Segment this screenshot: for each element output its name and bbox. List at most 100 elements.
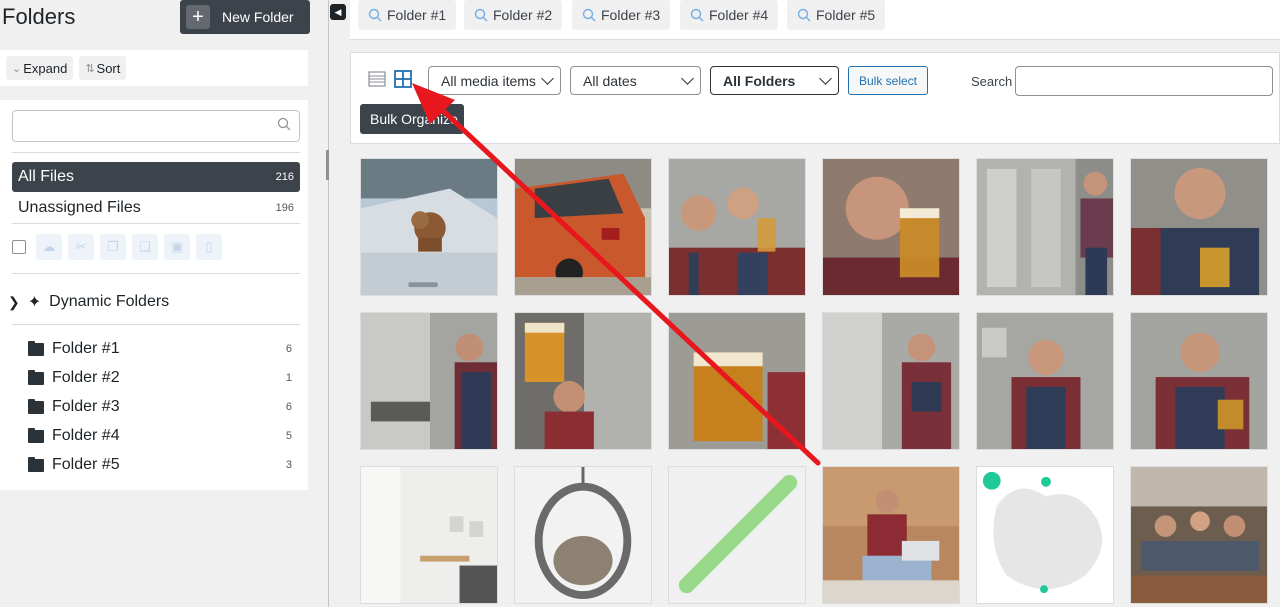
brewer-holding-glass-image (1131, 159, 1267, 295)
media-thumbnail[interactable] (360, 466, 498, 604)
plus-icon: + (186, 5, 210, 29)
tab-folder-4[interactable]: Folder #4 (680, 0, 779, 30)
trash-icon[interactable]: ▯ (196, 234, 222, 260)
dog-in-car-image (361, 159, 497, 295)
folder-label: Folder #1 (52, 340, 120, 357)
collapse-sidebar-button[interactable]: ◀ (330, 4, 346, 20)
select-all-checkbox[interactable] (12, 240, 26, 254)
search-icon (474, 8, 488, 22)
cloud-upload-icon[interactable]: ☁ (36, 234, 62, 260)
media-type-select[interactable]: All media items (428, 66, 561, 95)
folder-icon (28, 398, 44, 414)
orange-car-image (515, 159, 651, 295)
media-thumbnail[interactable] (514, 158, 652, 296)
tab-label: Folder #4 (709, 7, 769, 23)
list-view-icon[interactable] (367, 69, 387, 89)
media-thumbnail[interactable] (976, 158, 1114, 296)
media-grid (360, 158, 1268, 604)
folder-count: 5 (285, 430, 292, 442)
media-search-input[interactable] (1015, 66, 1273, 96)
tab-label: Folder #3 (601, 7, 661, 23)
sidebar-item-all-files[interactable]: All Files 216 (12, 162, 300, 192)
folder-item[interactable]: Folder #1 6 (28, 336, 292, 362)
folder-item[interactable]: Folder #5 3 (28, 452, 292, 478)
paste-icon[interactable]: ❏ (132, 234, 158, 260)
folder-value: All Folders (723, 72, 796, 89)
tab-folder-2[interactable]: Folder #2 (464, 0, 563, 30)
media-thumbnail[interactable] (822, 466, 960, 604)
divider (12, 324, 300, 325)
media-thumbnail[interactable] (1130, 466, 1268, 604)
folder-item[interactable]: Folder #2 1 (28, 365, 292, 391)
tab-folder-3[interactable]: Folder #3 (572, 0, 671, 30)
search-icon (368, 8, 382, 22)
sidebar-divider (328, 0, 329, 607)
folder-item[interactable]: Folder #3 6 (28, 394, 292, 420)
folder-select[interactable]: All Folders (710, 66, 839, 95)
media-thumbnail[interactable] (668, 312, 806, 450)
friends-on-sofa-image (1131, 467, 1267, 603)
media-toolbar: All media items All dates All Folders Bu… (350, 52, 1280, 144)
divider (12, 223, 300, 224)
folder-icon (28, 369, 44, 385)
sidebar-item-unassigned-files[interactable]: Unassigned Files 196 (12, 193, 300, 223)
unassigned-files-label: Unassigned Files (18, 199, 141, 216)
media-thumbnail[interactable] (360, 312, 498, 450)
media-thumbnail[interactable] (360, 158, 498, 296)
tab-folder-1[interactable]: Folder #1 (358, 0, 457, 30)
folder-item[interactable]: Folder #4 5 (28, 423, 292, 449)
brewer-tasting-image (669, 159, 805, 295)
brewery-tanks-image (977, 159, 1113, 295)
media-thumbnail[interactable] (1130, 312, 1268, 450)
search-label: Search (971, 74, 1013, 89)
media-thumbnail[interactable] (822, 312, 960, 450)
folder-label: Folder #5 (52, 456, 120, 473)
beer-glass-image (669, 313, 805, 449)
folder-count: 1 (285, 372, 292, 384)
brewer-celebrating-image (977, 313, 1113, 449)
sort-button[interactable]: ⇅ Sort (79, 56, 127, 80)
chevron-down-icon (819, 72, 832, 85)
folder-label: Folder #4 (52, 427, 120, 444)
lock-icon[interactable]: ▣ (164, 234, 190, 260)
folder-search-input[interactable] (12, 110, 300, 142)
media-thumbnail[interactable] (1130, 158, 1268, 296)
folder-count: 3 (285, 459, 292, 471)
folder-icon (28, 340, 44, 356)
expand-button[interactable]: ⌄ Expand (6, 56, 74, 80)
media-thumbnail[interactable] (668, 158, 806, 296)
unassigned-files-count: 196 (275, 202, 294, 214)
new-folder-label: New Folder (222, 9, 294, 25)
tab-folder-5[interactable]: Folder #5 (787, 0, 886, 30)
tab-label: Folder #2 (493, 7, 553, 23)
hanging-chair-image (515, 467, 651, 603)
media-thumbnail[interactable] (514, 466, 652, 604)
media-thumbnail[interactable] (668, 466, 806, 604)
folder-tabs: Folder #1 Folder #2 Folder #3 Folder #4 … (350, 0, 1280, 40)
expand-label: Expand (23, 60, 68, 76)
media-thumbnail[interactable] (976, 466, 1114, 604)
cut-icon[interactable]: ✂ (68, 234, 94, 260)
brewer-at-tank-image (361, 313, 497, 449)
copy-icon[interactable]: ❐ (100, 234, 126, 260)
folder-count: 6 (285, 343, 292, 355)
grid-view-icon[interactable] (393, 69, 413, 89)
bulk-select-button[interactable]: Bulk select (848, 66, 928, 95)
media-thumbnail[interactable] (822, 158, 960, 296)
resize-handle[interactable] (326, 150, 329, 180)
media-thumbnail[interactable] (514, 312, 652, 450)
date-select[interactable]: All dates (570, 66, 701, 95)
brewer-closeup-image (823, 159, 959, 295)
sidebar-actions: ⌄ Expand ⇅ Sort (0, 50, 308, 86)
dynamic-folders-label: Dynamic Folders (49, 293, 170, 310)
media-thumbnail[interactable] (976, 312, 1114, 450)
folder-label: Folder #3 (52, 398, 120, 415)
chevron-down-icon (681, 72, 694, 85)
new-folder-button[interactable]: + New Folder (180, 0, 310, 34)
chevron-right-icon: ❯ (8, 293, 20, 310)
sort-label: Sort (96, 60, 121, 76)
all-files-label: All Files (18, 168, 75, 185)
date-value: All dates (583, 72, 637, 89)
search-icon (277, 117, 291, 131)
dynamic-folders-toggle[interactable]: ❯ ✦ Dynamic Folders (8, 292, 169, 312)
